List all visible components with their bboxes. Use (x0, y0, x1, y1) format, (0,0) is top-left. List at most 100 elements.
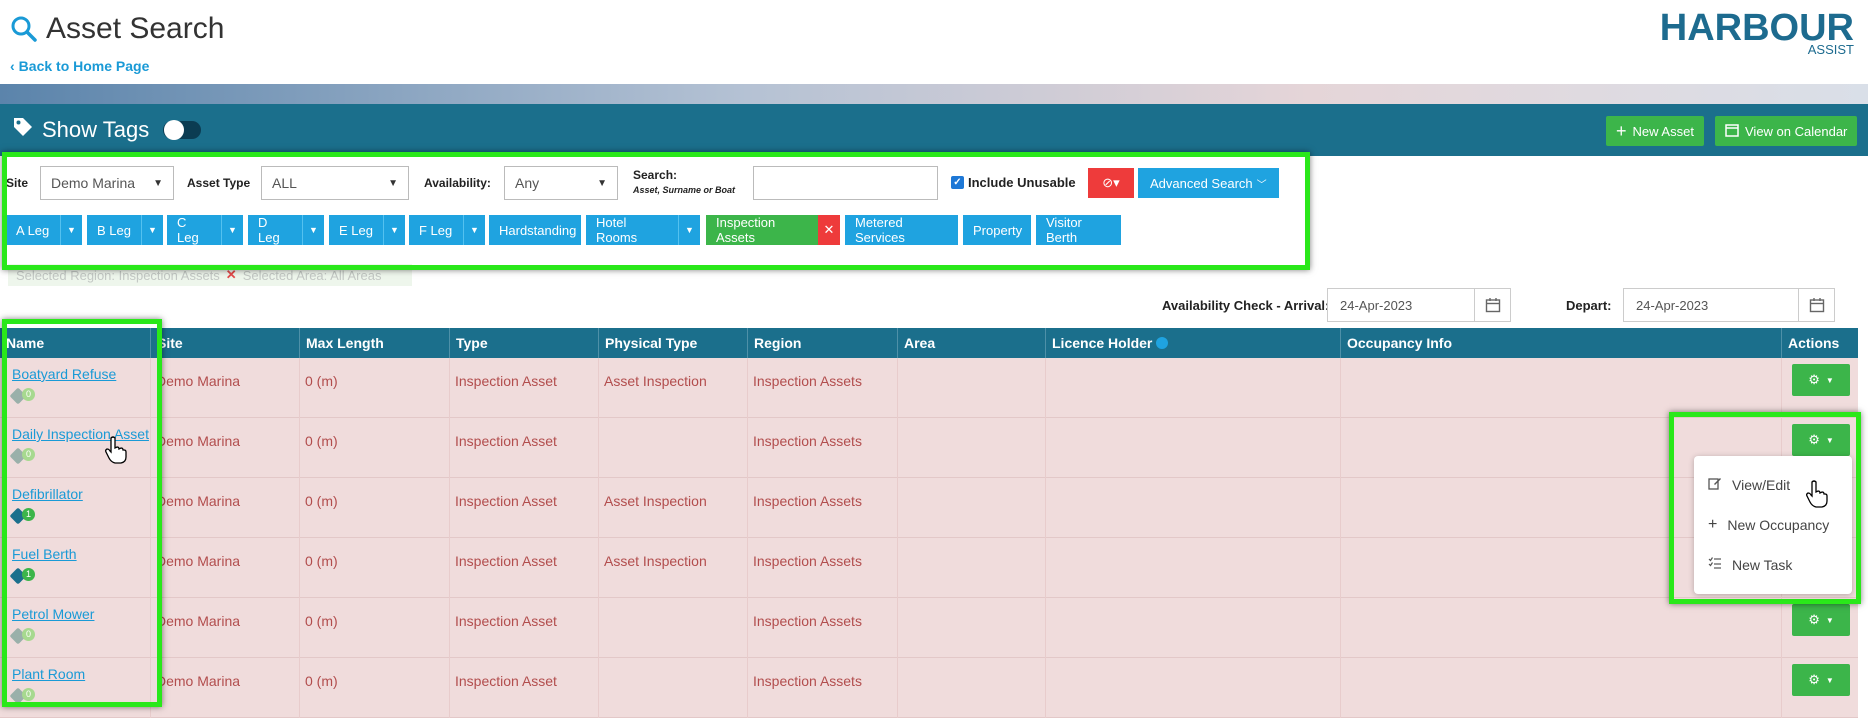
arrival-date-field[interactable]: 24-Apr-2023 (1327, 288, 1511, 322)
column-divider (1340, 598, 1341, 658)
menu-item-view-edit[interactable]: View/Edit (1708, 476, 1790, 493)
chevron-down-icon: ▼ (1825, 675, 1834, 685)
row-actions-button[interactable]: ⚙▼ (1792, 364, 1850, 396)
column-header[interactable]: Occupancy Info (1340, 328, 1781, 358)
cell-region: Inspection Assets (753, 613, 862, 629)
column-divider (299, 538, 300, 598)
column-header-label: Region (754, 335, 802, 351)
column-divider (747, 598, 748, 658)
column-header[interactable]: Area (897, 328, 1045, 358)
calendar-icon[interactable] (1474, 289, 1510, 321)
page-title-text: Asset Search (46, 12, 225, 45)
cell-max-length: 0 (m) (305, 613, 338, 629)
column-divider (1045, 358, 1046, 418)
cell-site: Demo Marina (156, 433, 241, 449)
column-header[interactable]: Site (150, 328, 299, 358)
cell-max-length: 0 (m) (305, 373, 338, 389)
table-row: Fuel Berth 1 Demo Marina 0 (m) Inspection As… (0, 538, 1858, 598)
menu-item-label: New Occupancy (1727, 517, 1830, 533)
cell-max-length: 0 (m) (305, 673, 338, 689)
cell-type: Inspection Asset (455, 553, 557, 569)
column-divider (449, 418, 450, 478)
column-header[interactable]: Region (747, 328, 897, 358)
task-list-icon (1708, 556, 1722, 573)
actions-dropdown-menu: View/Edit + New Occupancy New Task (1694, 456, 1852, 594)
name-column-highlight-box (2, 319, 162, 707)
column-header-label: Type (456, 335, 488, 351)
column-divider (1045, 598, 1046, 658)
new-asset-button[interactable]: + New Asset (1606, 116, 1704, 146)
row-actions-button[interactable]: ⚙▼ (1792, 604, 1850, 636)
column-header[interactable]: Licence Holder (1045, 328, 1340, 358)
column-divider (897, 418, 898, 478)
cell-site: Demo Marina (156, 673, 241, 689)
cell-type: Inspection Asset (455, 673, 557, 689)
info-icon[interactable] (1156, 337, 1169, 349)
menu-item-new-task[interactable]: New Task (1708, 556, 1792, 573)
column-header[interactable]: Physical Type (598, 328, 747, 358)
gear-icon: ⚙ (1808, 372, 1820, 387)
page-header: Asset Search ‹ Back to Home Page HARBOUR… (0, 0, 1868, 84)
cell-region: Inspection Assets (753, 373, 862, 389)
column-divider (747, 478, 748, 538)
column-divider (598, 538, 599, 598)
column-divider (1781, 598, 1782, 658)
chevron-down-icon: ▼ (1825, 375, 1834, 385)
menu-item-label: View/Edit (1732, 476, 1791, 493)
column-divider (449, 478, 450, 538)
table-header: Name Site Max Length Type Physical Type Regio… (0, 328, 1858, 358)
chevron-left-icon: ‹ (10, 58, 15, 74)
column-divider (747, 358, 748, 418)
column-divider (747, 418, 748, 478)
header-banner (0, 84, 1868, 104)
show-tags: Show Tags (12, 116, 202, 144)
depart-label: Depart: (1566, 298, 1612, 313)
back-home-link[interactable]: ‹ Back to Home Page (10, 58, 149, 74)
menu-item-label: New Task (1732, 556, 1793, 573)
column-divider (598, 358, 599, 418)
column-header[interactable]: Actions (1781, 328, 1852, 358)
column-divider (897, 658, 898, 718)
back-home-label: Back to Home Page (18, 58, 150, 74)
column-divider (1781, 358, 1782, 418)
column-divider (449, 538, 450, 598)
cell-physical-type: Asset Inspection (604, 553, 707, 569)
cell-type: Inspection Asset (455, 493, 557, 509)
calendar-icon[interactable] (1798, 289, 1834, 321)
search-icon (10, 15, 38, 43)
row-actions-button[interactable]: ⚙▼ (1792, 664, 1850, 696)
cell-region: Inspection Assets (753, 433, 862, 449)
depart-date-field[interactable]: 24-Apr-2023 (1623, 288, 1835, 322)
column-divider (598, 598, 599, 658)
column-divider (747, 538, 748, 598)
column-header-label: Physical Type (605, 335, 698, 351)
column-divider (598, 658, 599, 718)
column-divider (598, 478, 599, 538)
column-divider (897, 598, 898, 658)
table-row: Plant Room 0 Demo Marina 0 (m) Inspection As… (0, 658, 1858, 718)
column-divider (598, 418, 599, 478)
page-title: Asset Search (10, 12, 224, 46)
column-header-label: Area (904, 335, 936, 351)
filter-highlight-box (2, 152, 1310, 270)
arrival-date-value: 24-Apr-2023 (1340, 297, 1413, 313)
column-divider (1045, 658, 1046, 718)
column-header[interactable]: Max Length (299, 328, 449, 358)
column-divider (299, 418, 300, 478)
column-header[interactable]: Type (449, 328, 598, 358)
cell-site: Demo Marina (156, 493, 241, 509)
column-divider (299, 598, 300, 658)
column-divider (449, 598, 450, 658)
cell-site: Demo Marina (156, 553, 241, 569)
plus-icon: + (1616, 120, 1627, 141)
view-calendar-button[interactable]: View on Calendar (1715, 116, 1858, 146)
gear-icon: ⚙ (1808, 672, 1820, 687)
cell-max-length: 0 (m) (305, 433, 338, 449)
calendar-icon (1725, 123, 1739, 140)
show-tags-toggle[interactable] (163, 120, 202, 140)
column-divider (299, 478, 300, 538)
cell-region: Inspection Assets (753, 673, 862, 689)
menu-item-new-occupancy[interactable]: + New Occupancy (1708, 516, 1829, 534)
asset-table: Boatyard Refuse 0 Demo Marina 0 (m) Inspecti… (0, 358, 1858, 718)
column-divider (1045, 418, 1046, 478)
